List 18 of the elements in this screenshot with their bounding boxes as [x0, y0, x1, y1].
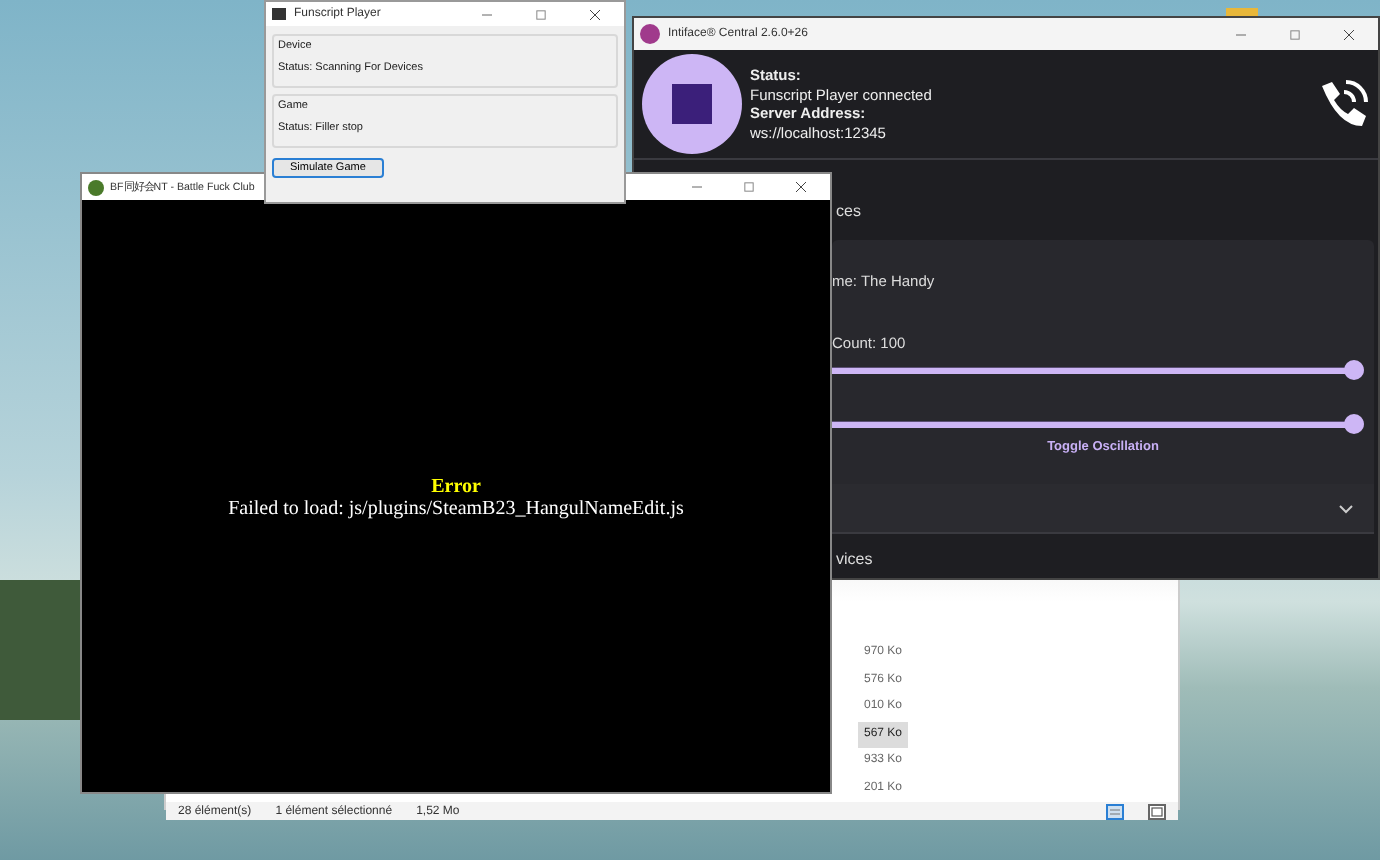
stop-server-button[interactable]	[642, 54, 742, 154]
error-message: Failed to load: js/plugins/SteamB23_HangulNameEdit.js	[228, 498, 684, 520]
slider[interactable]	[832, 360, 1364, 380]
error-title: Error	[431, 476, 481, 498]
app-logo-icon	[640, 24, 660, 44]
close-icon[interactable]	[590, 9, 600, 19]
slider-thumb[interactable]	[1344, 414, 1364, 434]
game-icon	[88, 179, 104, 195]
slider-thumb[interactable]	[1344, 360, 1364, 380]
app-icon	[272, 8, 286, 20]
tiles-view-icon[interactable]	[1148, 803, 1166, 819]
section-heading: ces	[834, 200, 863, 224]
close-icon[interactable]	[796, 182, 806, 192]
slider[interactable]	[832, 414, 1364, 434]
chevron-down-icon[interactable]	[1338, 503, 1354, 513]
close-icon[interactable]	[1344, 29, 1354, 39]
details-view-icon[interactable]	[1106, 803, 1124, 819]
section-heading: vices	[834, 547, 875, 571]
